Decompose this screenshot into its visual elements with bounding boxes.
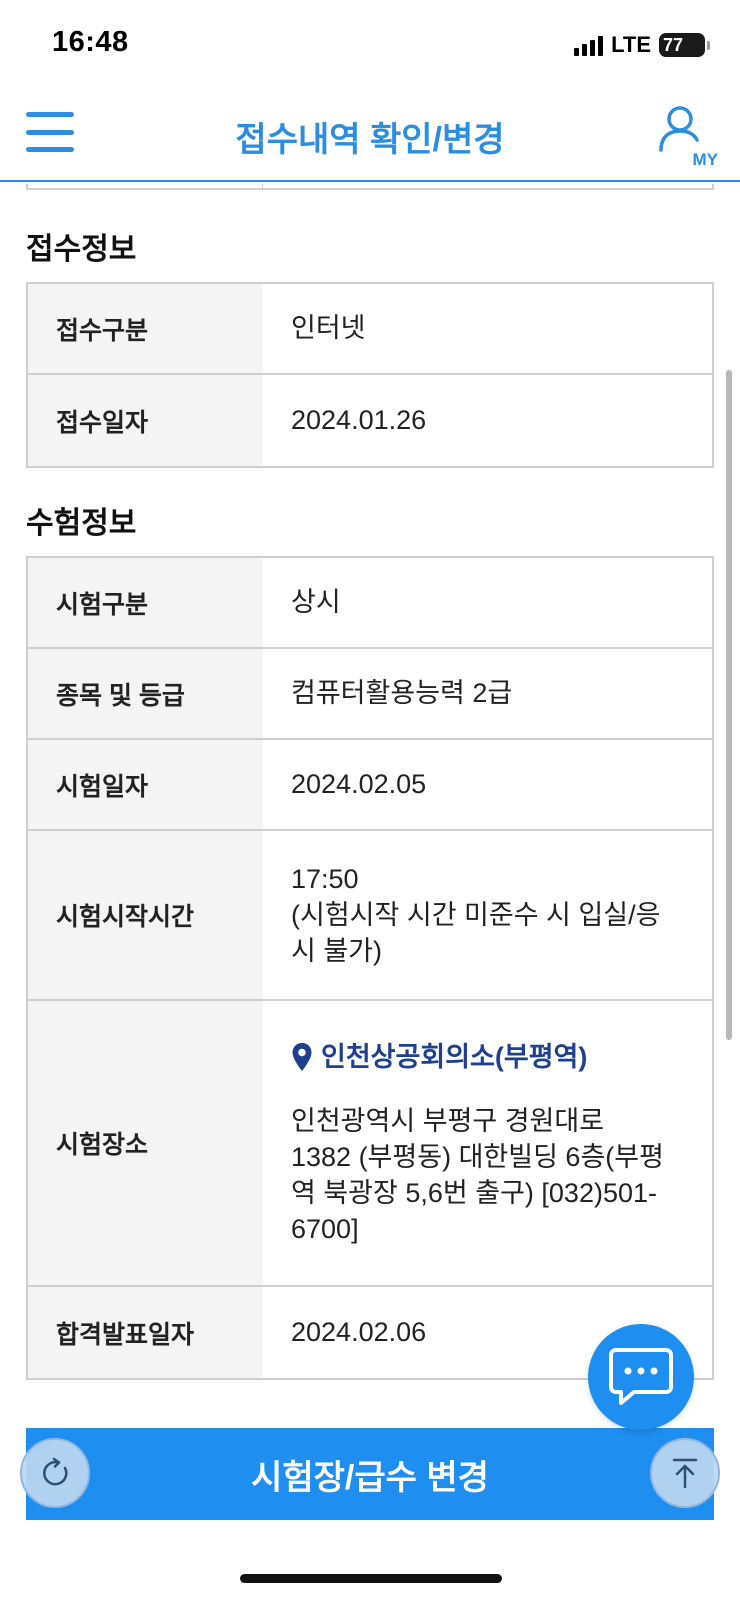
change-venue-grade-button[interactable]: 시험장/급수 변경 (26, 1428, 714, 1520)
exam-start-time-note-2: 시 불가) (291, 936, 383, 967)
chat-bubble-icon (609, 1348, 673, 1405)
venue-address-line-4: 6700] (291, 1214, 359, 1245)
exam-type-value: 상시 (291, 587, 341, 618)
exam-date-value: 2024.02.05 (291, 769, 427, 800)
exam-grade-label: 종목 및 등급 (28, 649, 263, 738)
table-row: 접수구분 인터넷 (28, 284, 712, 375)
reception-type-label: 접수구분 (28, 284, 263, 373)
app-header: 접수내역 확인/변경 MY (0, 90, 740, 182)
signal-icon (574, 34, 604, 56)
network-type: LTE (611, 32, 651, 57)
exam-venue-value: 인천상공회의소(부평역) 인천광역시 부평구 경원대로 1382 (부평동) 대… (263, 1001, 712, 1285)
battery-icon: 77 (659, 33, 705, 57)
table-row: 시험장소 인천상공회의소(부평역) 인천광역시 부평구 경원대로 1382 (부… (28, 1001, 712, 1287)
table-row: 시험구분 상시 (28, 558, 712, 649)
table-row: 종목 및 등급 컴퓨터활용능력 2급 (28, 649, 712, 740)
exam-section-title: 수험정보 (26, 507, 137, 540)
table-row: 시험일자 2024.02.05 (28, 740, 712, 831)
exam-grade-value: 컴퓨터활용능력 2급 (291, 678, 513, 709)
venue-address-line-1: 인천광역시 부평구 경원대로 (291, 1105, 605, 1136)
refresh-icon (43, 1457, 68, 1486)
scroll-to-top-button[interactable] (650, 1438, 720, 1508)
exam-start-time: 17:50 (291, 863, 359, 894)
exam-type-label: 시험구분 (28, 558, 263, 647)
battery-cap (707, 40, 710, 50)
reception-date-label: 접수일자 (28, 375, 263, 466)
exam-start-time-value: 17:50 (시험시작 시간 미준수 시 입실/응 시 불가) (263, 831, 712, 999)
scroll-to-top-icon (672, 1458, 698, 1489)
chat-button[interactable] (588, 1324, 694, 1430)
status-time: 16:48 (52, 26, 129, 58)
venue-map-link[interactable]: 인천상공회의소(부평역) (291, 1039, 684, 1075)
home-indicator (240, 1574, 502, 1583)
battery-level: 77 (663, 34, 684, 55)
reception-date-value: 2024.01.26 (291, 405, 427, 436)
status-indicators: LTE 77 (574, 30, 710, 60)
refresh-button[interactable] (20, 1438, 90, 1508)
exam-start-time-note-1: (시험시작 시간 미준수 시 입실/응 (291, 899, 661, 930)
reception-type-value: 인터넷 (291, 313, 366, 344)
venue-address-line-3: 역 북광장 5,6번 출구) [032)501- (291, 1178, 657, 1209)
exam-venue-label: 시험장소 (28, 1001, 263, 1285)
status-bar: 16:48 LTE 77 (0, 0, 740, 90)
page-title: 접수내역 확인/변경 (235, 121, 505, 159)
previous-table-edge (26, 184, 714, 190)
my-page-button[interactable]: MY (658, 104, 718, 170)
table-row: 접수일자 2024.01.26 (28, 375, 712, 466)
scrollbar[interactable] (726, 370, 732, 1040)
user-icon (659, 106, 699, 152)
table-row: 시험시작시간 17:50 (시험시작 시간 미준수 시 입실/응 시 불가) (28, 831, 712, 1001)
exam-start-time-label: 시험시작시간 (28, 831, 263, 999)
exam-info-table: 시험구분 상시 종목 및 등급 컴퓨터활용능력 2급 시험일자 2024.02.… (26, 556, 714, 1380)
location-pin-icon (292, 1042, 312, 1071)
venue-name: 인천상공회의소(부평역) (321, 1041, 588, 1072)
exam-date-label: 시험일자 (28, 740, 263, 829)
result-date-label: 합격발표일자 (28, 1287, 263, 1378)
reception-section-title: 접수정보 (26, 233, 137, 266)
my-label: MY (692, 150, 719, 169)
reception-info-table: 접수구분 인터넷 접수일자 2024.01.26 (26, 282, 714, 468)
venue-address-line-2: 1382 (부평동) 대한빌딩 6층(부평 (291, 1141, 664, 1172)
